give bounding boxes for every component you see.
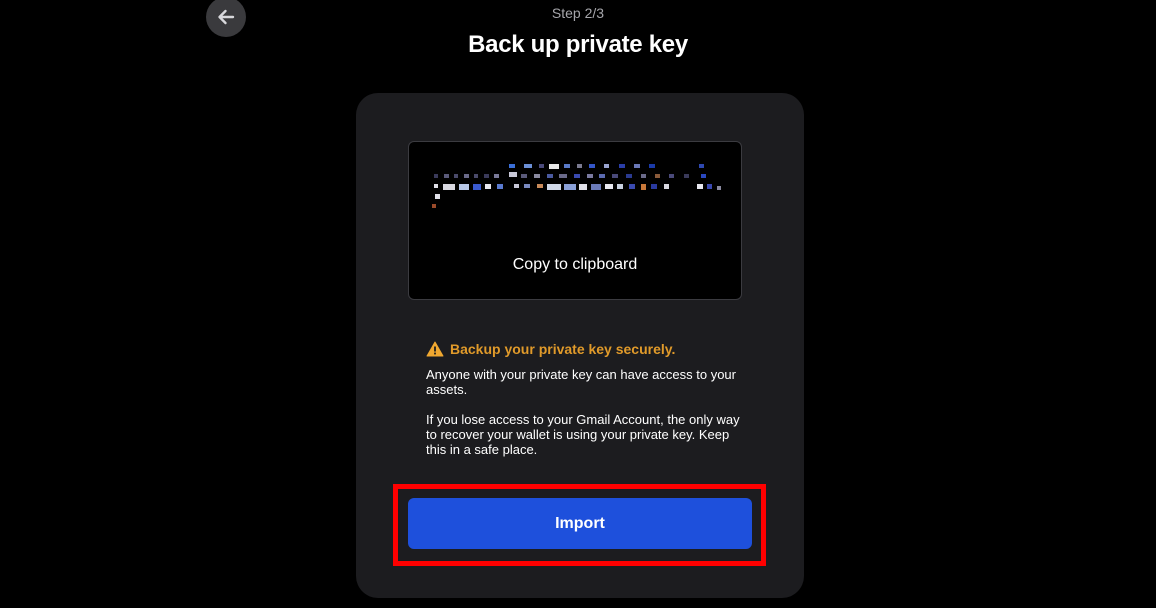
import-button[interactable]: Import [408,498,752,549]
copy-to-clipboard-button[interactable]: Copy to clipboard [409,256,741,274]
warning-heading: Backup your private key securely. [426,341,746,357]
step-indicator: Step 2/3 [551,5,605,21]
warning-paragraph-access: Anyone with your private key can have ac… [426,367,736,397]
private-key-box[interactable]: Copy to clipboard [408,141,742,300]
security-warning: Backup your private key securely. Anyone… [426,341,746,472]
page: Step 2/3 Back up private key Copy to cli… [0,0,1156,608]
obscured-private-key [432,164,721,208]
page-title: Back up private key [468,31,688,58]
warning-triangle-icon [426,341,444,357]
warning-title: Backup your private key securely. [450,341,676,357]
warning-paragraph-recovery: If you lose access to your Gmail Account… [426,412,740,457]
